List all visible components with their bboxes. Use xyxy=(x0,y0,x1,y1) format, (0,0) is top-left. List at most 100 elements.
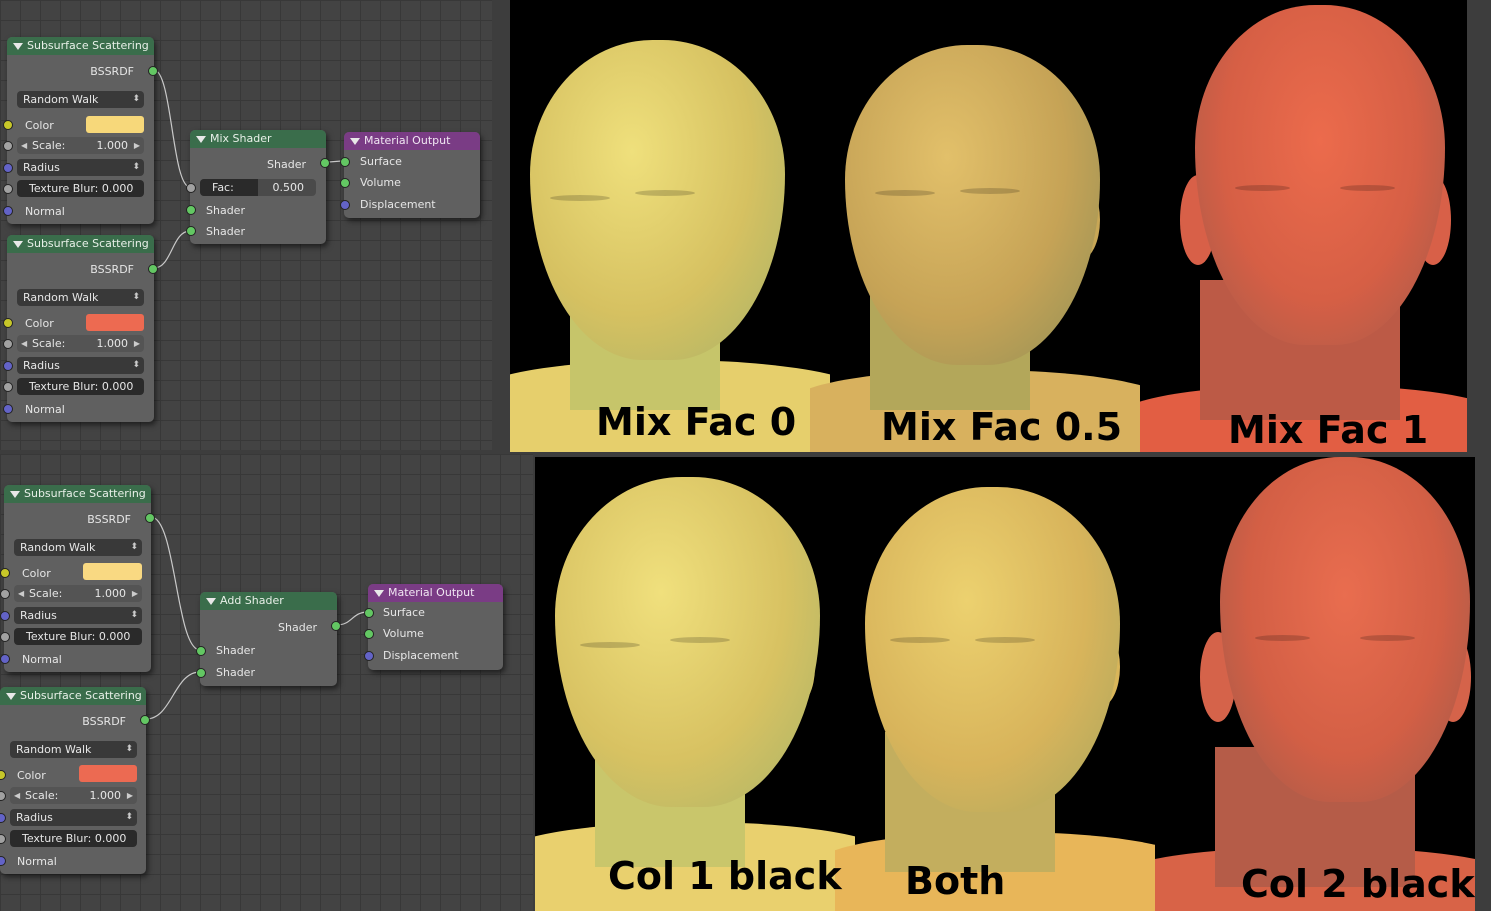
collapse-triangle-icon[interactable] xyxy=(10,491,20,498)
color-swatch[interactable] xyxy=(83,563,142,580)
increment-arrow-icon[interactable]: ▶ xyxy=(132,585,138,602)
render-caption: Mix Fac 0.5 xyxy=(881,405,1123,449)
normal-input-socket[interactable] xyxy=(0,654,10,664)
node-header[interactable]: Add Shader xyxy=(200,592,337,610)
color-input-socket[interactable] xyxy=(3,120,13,130)
scale-input-socket[interactable] xyxy=(3,141,13,151)
texture-blur-input-socket[interactable] xyxy=(3,184,13,194)
shader-input-socket-1[interactable] xyxy=(196,646,206,656)
mix-shader-node[interactable]: Mix Shader Shader Fac: 0.500 Shader Shad… xyxy=(186,130,330,244)
bssrdf-output-label: BSSRDF xyxy=(90,65,134,78)
scale-field[interactable]: ◀ Scale: 1.000 ▶ xyxy=(10,787,137,804)
displacement-input-socket[interactable] xyxy=(340,200,350,210)
collapse-triangle-icon[interactable] xyxy=(374,590,384,597)
node-header[interactable]: Subsurface Scattering xyxy=(7,235,154,253)
add-shader-node[interactable]: Add Shader Shader Shader Shader xyxy=(196,592,341,686)
color-input-socket[interactable] xyxy=(0,770,6,780)
shader-input-socket-1[interactable] xyxy=(186,205,196,215)
bssrdf-output-socket[interactable] xyxy=(148,66,158,76)
shader-input-socket-2[interactable] xyxy=(186,226,196,236)
collapse-triangle-icon[interactable] xyxy=(13,241,23,248)
scale-input-socket[interactable] xyxy=(0,791,6,801)
normal-input-socket[interactable] xyxy=(3,404,13,414)
node-editor-top[interactable]: Subsurface Scattering BSSRDF Random Walk… xyxy=(0,0,492,450)
bssrdf-output-socket[interactable] xyxy=(145,513,155,523)
subsurface-scattering-node-3[interactable]: Subsurface Scattering BSSRDF Random Walk… xyxy=(0,485,155,672)
scale-input-socket[interactable] xyxy=(3,339,13,349)
color-swatch[interactable] xyxy=(79,765,137,782)
node-header[interactable]: Material Output xyxy=(368,584,503,602)
subsurface-scattering-node-1[interactable]: Subsurface Scattering BSSRDF Random Walk… xyxy=(3,37,158,224)
node-header[interactable]: Subsurface Scattering xyxy=(0,687,146,705)
texture-blur-input-socket[interactable] xyxy=(3,382,13,392)
texture-blur-field[interactable]: Texture Blur: 0.000 xyxy=(10,830,137,847)
node-header[interactable]: Mix Shader xyxy=(190,130,326,148)
color-swatch[interactable] xyxy=(86,116,144,133)
method-dropdown[interactable]: Random Walk ⬍ xyxy=(14,539,142,556)
shader-output-socket[interactable] xyxy=(331,621,341,631)
material-output-node[interactable]: Material Output Surface Volume Displacem… xyxy=(340,132,480,218)
method-dropdown[interactable]: Random Walk ⬍ xyxy=(17,91,144,108)
shader-output-socket[interactable] xyxy=(320,158,330,168)
chevron-updown-icon: ⬍ xyxy=(125,744,133,754)
method-dropdown[interactable]: Random Walk ⬍ xyxy=(10,741,137,758)
bssrdf-output-label: BSSRDF xyxy=(82,715,126,728)
radius-input-socket[interactable] xyxy=(0,611,10,621)
node-header[interactable]: Material Output xyxy=(344,132,480,150)
texture-blur-input-socket[interactable] xyxy=(0,632,10,642)
surface-input-socket[interactable] xyxy=(364,608,374,618)
chevron-updown-icon: ⬍ xyxy=(125,812,133,822)
color-input-socket[interactable] xyxy=(0,568,10,578)
subsurface-scattering-node-2[interactable]: Subsurface Scattering BSSRDF Random Walk… xyxy=(3,235,158,422)
surface-label: Surface xyxy=(383,606,425,619)
collapse-triangle-icon[interactable] xyxy=(196,136,206,143)
fac-slider[interactable]: Fac: 0.500 xyxy=(200,179,316,196)
shader-input-socket-2[interactable] xyxy=(196,668,206,678)
texture-blur-field[interactable]: Texture Blur: 0.000 xyxy=(17,378,144,395)
normal-input-socket[interactable] xyxy=(3,206,13,216)
collapse-triangle-icon[interactable] xyxy=(6,693,16,700)
node-header[interactable]: Subsurface Scattering xyxy=(7,37,154,55)
decrement-arrow-icon[interactable]: ◀ xyxy=(14,787,20,804)
normal-input-socket[interactable] xyxy=(0,856,6,866)
surface-input-socket[interactable] xyxy=(340,157,350,167)
node-editor-bottom[interactable]: Subsurface Scattering BSSRDF Random Walk… xyxy=(0,454,533,911)
decrement-arrow-icon[interactable]: ◀ xyxy=(21,137,27,154)
collapse-triangle-icon[interactable] xyxy=(13,43,23,50)
scale-field[interactable]: ◀ Scale: 1.000 ▶ xyxy=(17,137,144,154)
radius-field[interactable]: Radius ⬍ xyxy=(14,607,142,624)
subsurface-scattering-node-4[interactable]: Subsurface Scattering BSSRDF Random Walk… xyxy=(0,687,150,874)
decrement-arrow-icon[interactable]: ◀ xyxy=(18,585,24,602)
fac-input-socket[interactable] xyxy=(186,183,196,193)
radius-input-socket[interactable] xyxy=(3,163,13,173)
node-header[interactable]: Subsurface Scattering xyxy=(4,485,151,503)
radius-field[interactable]: Radius ⬍ xyxy=(17,159,144,176)
radius-input-socket[interactable] xyxy=(0,813,6,823)
increment-arrow-icon[interactable]: ▶ xyxy=(134,335,140,352)
decrement-arrow-icon[interactable]: ◀ xyxy=(21,335,27,352)
radius-input-socket[interactable] xyxy=(3,361,13,371)
bssrdf-output-socket[interactable] xyxy=(140,715,150,725)
texture-blur-field[interactable]: Texture Blur: 0.000 xyxy=(14,628,142,645)
scale-field[interactable]: ◀ Scale: 1.000 ▶ xyxy=(17,335,144,352)
radius-field[interactable]: Radius ⬍ xyxy=(10,809,137,826)
collapse-triangle-icon[interactable] xyxy=(206,598,216,605)
scale-field[interactable]: ◀ Scale: 1.000 ▶ xyxy=(14,585,142,602)
color-swatch[interactable] xyxy=(86,314,144,331)
texture-blur-input-socket[interactable] xyxy=(0,834,6,844)
texture-blur-field[interactable]: Texture Blur: 0.000 xyxy=(17,180,144,197)
color-input-socket[interactable] xyxy=(3,318,13,328)
displacement-input-socket[interactable] xyxy=(364,651,374,661)
volume-input-socket[interactable] xyxy=(364,629,374,639)
increment-arrow-icon[interactable]: ▶ xyxy=(127,787,133,804)
collapse-triangle-icon[interactable] xyxy=(350,138,360,145)
volume-input-socket[interactable] xyxy=(340,178,350,188)
volume-label: Volume xyxy=(383,627,424,640)
bssrdf-output-socket[interactable] xyxy=(148,264,158,274)
scale-input-socket[interactable] xyxy=(0,589,10,599)
radius-field[interactable]: Radius ⬍ xyxy=(17,357,144,374)
increment-arrow-icon[interactable]: ▶ xyxy=(134,137,140,154)
method-dropdown[interactable]: Random Walk ⬍ xyxy=(17,289,144,306)
material-output-node[interactable]: Material Output Surface Volume Displacem… xyxy=(364,584,503,670)
color-label: Color xyxy=(25,119,54,132)
